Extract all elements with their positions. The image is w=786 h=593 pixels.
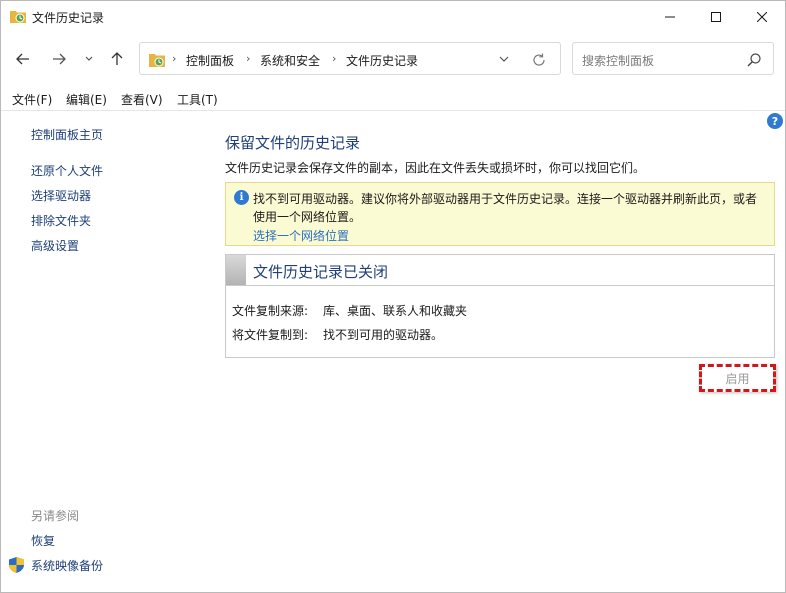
back-button[interactable] [13,47,33,71]
page-description: 文件历史记录会保存文件的副本，因此在文件丢失或损坏时，你可以找回它们。 [225,161,646,175]
search-input[interactable]: 搜索控制面板 [582,52,654,69]
select-drive-link[interactable]: 选择驱动器 [31,187,91,204]
chevron-down-icon [85,56,93,61]
breadcrumb-system-security[interactable]: 系统和安全 [260,52,320,69]
close-button[interactable] [739,1,785,32]
menu-bar: 文件(F) 编辑(E) 查看(V) 工具(T) [1,87,785,111]
address-dropdown-button[interactable] [496,51,512,67]
up-button[interactable] [107,47,127,71]
title-bar: 文件历史记录 [1,1,785,32]
menu-tools[interactable]: 工具(T) [177,91,218,108]
address-bar[interactable]: › 控制面板 › 系统和安全 › 文件历史记录 [139,42,561,75]
navigation-bar: › 控制面板 › 系统和安全 › 文件历史记录 搜索控制面板 [1,39,785,79]
search-icon[interactable] [746,52,762,68]
shield-icon [9,557,24,573]
see-also-heading: 另请参阅 [31,509,80,523]
exclude-folders-link[interactable]: 排除文件夹 [31,212,91,229]
info-message-line2: 使用一个网络位置。 [253,210,362,224]
back-arrow-icon [16,53,29,65]
refresh-button[interactable] [530,51,548,69]
copy-from-label: 文件复制来源: [232,304,309,318]
menu-edit[interactable]: 编辑(E) [66,91,107,108]
control-panel-home-link[interactable]: 控制面板主页 [31,126,103,143]
control-panel-icon [149,54,165,67]
system-image-backup-link[interactable]: 系统映像备份 [31,557,103,574]
breadcrumb-separator-icon: › [246,52,251,65]
info-banner: i 找不到可用驱动器。建议你将外部驱动器用于文件历史记录。连接一个驱动器并刷新此… [225,182,775,246]
restore-personal-files-link[interactable]: 还原个人文件 [31,162,103,179]
status-indicator [226,255,246,285]
window-title: 文件历史记录 [32,11,105,25]
maximize-icon [711,11,721,22]
enable-button[interactable]: 启用 [699,364,776,392]
file-history-app-icon [10,11,26,23]
chevron-down-icon [499,56,509,62]
breadcrumb-separator-icon: › [172,52,177,65]
refresh-icon [533,53,545,66]
forward-button[interactable] [49,47,69,71]
select-network-location-link[interactable]: 选择一个网络位置 [253,227,349,244]
help-icon[interactable]: ? [767,113,783,129]
info-icon: i [234,190,249,205]
status-panel: 文件历史记录已关闭 文件复制来源: 库、桌面、联系人和收藏夹 将文件复制到: 找… [225,254,775,358]
search-box[interactable]: 搜索控制面板 [572,42,774,75]
menu-view[interactable]: 查看(V) [121,91,163,108]
advanced-settings-link[interactable]: 高级设置 [31,237,79,254]
copy-to-label: 将文件复制到: [232,328,309,342]
recovery-link[interactable]: 恢复 [31,532,55,549]
info-message-line1: 找不到可用驱动器。建议你将外部驱动器用于文件历史记录。连接一个驱动器并刷新此页，… [253,192,758,206]
file-history-window: 文件历史记录 › 控制面板 › 系统和安全 › 文件历史记录 搜索控制面板 文件… [0,0,786,593]
breadcrumb-file-history[interactable]: 文件历史记录 [346,52,418,69]
close-icon [757,11,767,22]
up-arrow-icon [111,52,123,65]
recent-locations-button[interactable] [83,47,95,71]
minimize-icon [665,16,675,17]
forward-arrow-icon [53,53,66,65]
breadcrumb-control-panel[interactable]: 控制面板 [186,52,234,69]
breadcrumb-separator-icon: › [332,52,337,65]
minimize-button[interactable] [647,1,693,32]
copy-from-value: 库、桌面、联系人和收藏夹 [323,304,468,318]
maximize-button[interactable] [693,1,739,32]
status-title: 文件历史记录已关闭 [253,263,389,281]
menu-file[interactable]: 文件(F) [12,91,52,108]
status-header: 文件历史记录已关闭 [226,255,774,286]
copy-to-value: 找不到可用的驱动器。 [323,328,444,342]
page-title: 保留文件的历史记录 [225,134,361,152]
